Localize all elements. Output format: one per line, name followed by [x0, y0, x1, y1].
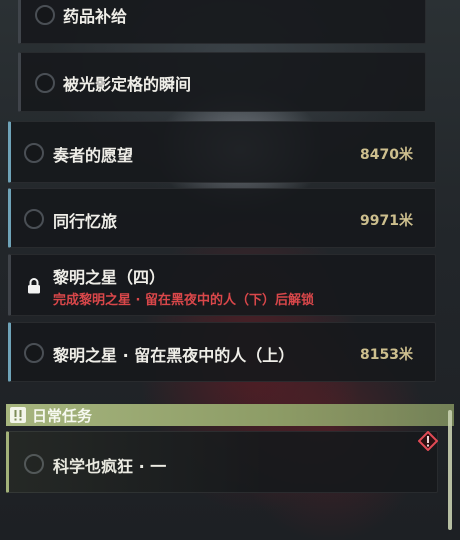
warning-diamond-icon	[418, 431, 438, 451]
quest-title: 同行忆旅	[53, 212, 118, 231]
quest-title: 黎明之星 · 留在黑夜中的人（上）	[53, 346, 295, 365]
exclamation-icon	[10, 407, 26, 423]
quest-distance: 8470米	[360, 147, 413, 163]
quest-title: 药品补给	[63, 7, 128, 26]
lock-icon	[28, 278, 40, 294]
quest-title: 黎明之星（四）	[53, 268, 166, 287]
quest-distance: 8153米	[360, 347, 413, 363]
quest-row-dawn-star-night-part1[interactable]: 黎明之星 · 留在黑夜中的人（上） 8153米	[8, 322, 436, 382]
quest-row-medicine-supply[interactable]: 药品补给	[18, 0, 426, 44]
quest-row-captured-moment[interactable]: 被光影定格的瞬间	[18, 52, 426, 112]
quest-radio[interactable]	[35, 5, 55, 25]
quest-radio[interactable]	[24, 209, 44, 229]
quest-distance: 9971米	[360, 213, 413, 229]
quest-title: 科学也疯狂 · 一	[53, 457, 167, 476]
quest-radio[interactable]	[35, 73, 55, 93]
scrollbar[interactable]	[448, 410, 452, 530]
quest-row-dawn-star-4-locked[interactable]: 黎明之星（四） 完成黎明之星 · 留在黑夜中的人（下）后解锁	[8, 254, 436, 316]
quest-radio[interactable]	[24, 143, 44, 163]
quest-title: 奏者的愿望	[53, 146, 134, 165]
quest-row-journey-together[interactable]: 同行忆旅 9971米	[8, 188, 436, 248]
quest-title: 被光影定格的瞬间	[63, 75, 192, 94]
quest-row-players-wish[interactable]: 奏者的愿望 8470米	[8, 121, 436, 183]
unlock-requirement: 完成黎明之星 · 留在黑夜中的人（下）后解锁	[53, 293, 314, 308]
quest-radio[interactable]	[24, 454, 44, 474]
daily-quests-header[interactable]: 日常任务	[6, 404, 454, 426]
quest-row-science-crazy-1[interactable]: 科学也疯狂 · 一	[6, 431, 438, 493]
quest-radio[interactable]	[24, 343, 44, 363]
section-title: 日常任务	[32, 407, 93, 425]
